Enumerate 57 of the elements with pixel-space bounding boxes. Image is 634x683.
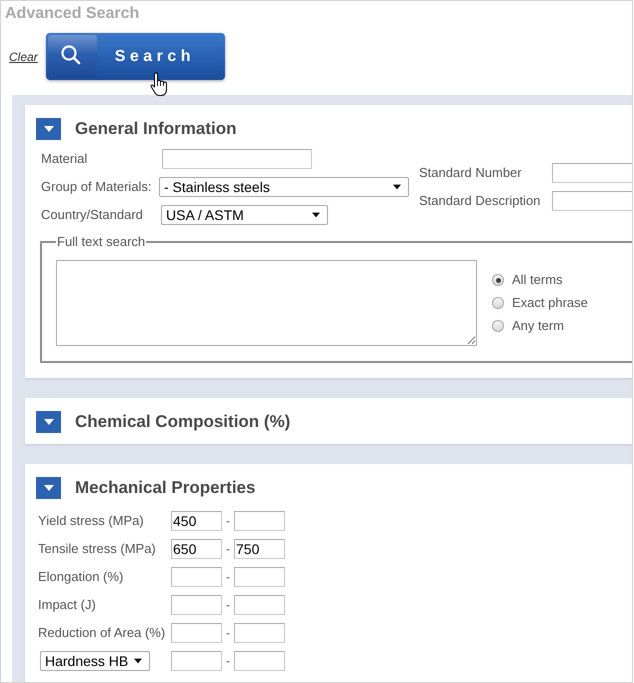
range-separator: - [225,653,231,670]
option-label[interactable]: Any term [512,316,564,336]
caret-down-icon [44,485,54,491]
field-label: Reduction of Area (%) [38,624,166,642]
page-title: Advanced Search [4,4,140,24]
text-field[interactable] [234,567,285,587]
option-label[interactable]: All terms [512,270,563,290]
section-toggle-button[interactable] [36,411,61,433]
text-field[interactable] [234,511,285,531]
caret-down-icon [44,126,54,132]
dropdown[interactable]: USA / ASTM [161,205,328,225]
radio-button[interactable] [492,274,504,286]
radio-button[interactable] [492,297,504,309]
field-label: Country/Standard [41,206,144,224]
field-label: Standard Description [419,192,542,210]
section-title: General Information [75,118,237,140]
search-icon [48,35,97,78]
text-field[interactable] [171,567,222,587]
dropdown-arrow-icon [134,658,142,664]
dropdown-arrow-icon [393,184,401,190]
field-label: Yield stress (MPa) [38,512,145,530]
section-toggle-button[interactable] [36,477,61,499]
text-field[interactable] [171,623,222,643]
range-separator: - [225,541,231,558]
field-label: Standard Number [419,164,523,182]
option-label[interactable]: Exact phrase [512,293,588,313]
field-label: Material [41,150,88,168]
range-separator: - [225,569,231,586]
radio-button[interactable] [492,320,504,332]
section-title: Chemical Composition (%) [75,411,290,433]
text-field[interactable] [234,651,285,671]
caret-down-icon [44,419,54,425]
range-separator: - [225,513,231,530]
section-toggle-button[interactable] [36,118,61,140]
hand-cursor-icon [150,72,168,97]
field-label: Tensile stress (MPa) [38,540,157,558]
text-field[interactable] [171,595,222,615]
text-field[interactable]: 750 [234,539,285,559]
fieldset-legend: Full text search [56,234,146,250]
text-field[interactable]: 450 [171,511,222,531]
text-field[interactable] [171,651,222,671]
section-title: Mechanical Properties [75,477,256,499]
clear-link[interactable]: Clear [9,48,38,66]
text-field[interactable] [234,595,285,615]
field-label: Group of Materials: [41,178,153,196]
text-field[interactable]: 650 [171,539,222,559]
dropdown[interactable]: Hardness HB [40,651,150,671]
dropdown-arrow-icon [312,212,320,218]
text-field[interactable] [162,149,312,169]
range-separator: - [225,597,231,614]
range-separator: - [225,625,231,642]
text-field[interactable] [234,623,285,643]
dropdown[interactable]: - Stainless steels [159,177,409,197]
search-button[interactable]: Search [46,33,225,80]
field-label: Impact (J) [38,596,97,614]
text-area[interactable] [56,260,477,346]
field-label: Elongation (%) [38,568,124,586]
